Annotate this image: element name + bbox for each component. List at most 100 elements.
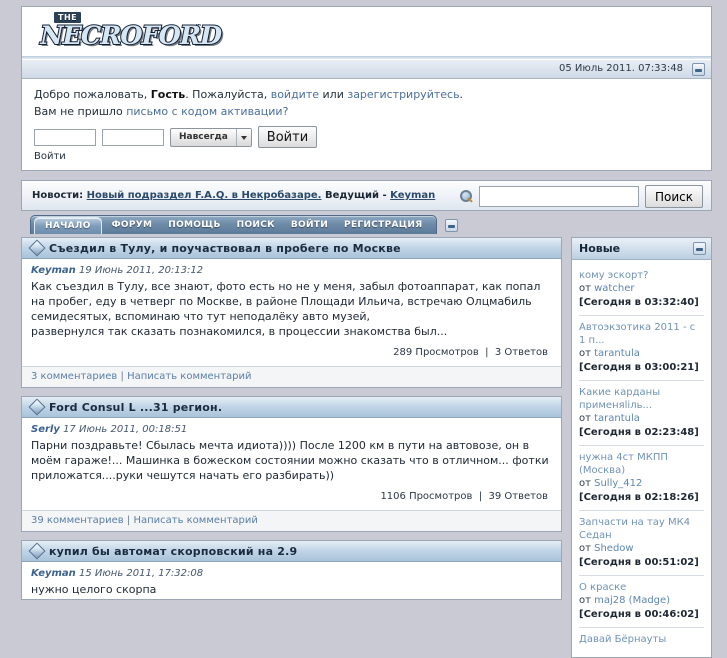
recent-author[interactable]: Sully_412 — [594, 478, 642, 489]
recent-author[interactable]: tarantula — [594, 413, 640, 424]
recent-author-line: от tarantula — [579, 347, 704, 361]
recent-author-line: от maj28 (Madge) — [579, 594, 704, 608]
activation-link[interactable]: письмо с кодом активации? — [126, 105, 288, 118]
by-label: от — [579, 348, 595, 359]
collapse-sidebar-icon[interactable] — [693, 242, 706, 255]
news-lead-label: Ведущий - — [321, 190, 391, 201]
post-comments-link[interactable]: 39 комментариев — [31, 515, 124, 526]
recent-subject[interactable]: Запчасти на тау МК4 Седан — [579, 516, 704, 542]
recent-time: [Сегодня в 00:46:02] — [579, 609, 699, 620]
register-link[interactable]: зарегистрируйтесь — [347, 88, 459, 101]
logo-wordmark: NECROFORD — [39, 20, 223, 51]
post-meta: Serly 17 Июнь 2011, 00:18:51 — [31, 424, 552, 435]
welcome-prefix: Добро пожаловать, — [34, 88, 151, 101]
session-duration-value: Навсегда — [179, 131, 228, 142]
recent-subject[interactable]: Автоэкзотика 2011 - с 1 п... — [579, 321, 704, 347]
nav-tab-register[interactable]: РЕГИСТРАЦИЯ — [336, 216, 430, 234]
list-item: нужна 4ст МКПП (Москва) от Sully_412 [Се… — [579, 446, 704, 511]
sidebar-column: Новые кому эскорт? от watcher [Сегодня в… — [571, 237, 712, 658]
search-button[interactable]: Поиск — [644, 185, 703, 208]
login-form: Навсегда Войти — [34, 126, 699, 148]
password-input[interactable] — [102, 128, 164, 146]
nav-tab-forum[interactable]: ФОРУМ — [104, 216, 161, 234]
post-title-bar[interactable]: купил бы автомат скорповский на 2.9 — [22, 541, 561, 562]
post-stats: 1106 Просмотров | 39 Ответов — [31, 483, 552, 508]
recent-author[interactable]: maj28 (Madge) — [594, 595, 670, 606]
post-comments-link[interactable]: 3 комментариев — [31, 371, 117, 382]
post-date: 17 Июнь 2011, 00:18:51 — [63, 424, 188, 435]
post-write-comment-link[interactable]: Написать комментарий — [127, 371, 251, 382]
search-input[interactable] — [478, 186, 639, 207]
post-author[interactable]: Serly — [31, 424, 60, 435]
recent-time: [Сегодня в 02:23:48] — [579, 427, 699, 438]
post-stats: 289 Просмотров | 3 Ответов — [31, 339, 552, 364]
nav-tab-home[interactable]: НАЧАЛО — [34, 217, 102, 234]
activation-text: Вам не пришло письмо с кодом активации? — [34, 105, 699, 118]
post-title: купил бы автомат скорповский на 2.9 — [49, 544, 298, 558]
post-write-comment-link[interactable]: Написать комментарий — [133, 515, 257, 526]
post-date: 19 Июнь 2011, 20:13:12 — [78, 265, 204, 276]
post-title: Ford Consul L ...31 регион. — [49, 400, 223, 414]
recent-author-line: от Shedow — [579, 542, 704, 556]
news-label: Новости: — [32, 190, 87, 201]
post-item: купил бы автомат скорповский на 2.9 Keym… — [21, 540, 562, 600]
diamond-icon — [28, 542, 46, 560]
nav-tab-login[interactable]: ВОЙТИ — [283, 216, 336, 234]
logo-trademark: ™ — [195, 23, 202, 31]
login-link[interactable]: войдите — [271, 88, 319, 101]
search-icon — [459, 189, 473, 204]
posts-column: Съездил в Тулу, и поучаствовал в пробеге… — [21, 237, 562, 658]
post-meta: Keyman 15 Июнь 2011, 17:32:08 — [31, 568, 552, 579]
news-search-bar: Новости: Новый подраздел F.A.Q. в Некроб… — [21, 180, 712, 211]
news-link[interactable]: Новый подраздел F.A.Q. в Некробазаре. — [87, 190, 322, 201]
recent-subject[interactable]: О краске — [579, 581, 704, 594]
post-author[interactable]: Keyman — [31, 568, 76, 579]
post-replies: 39 Ответов — [488, 491, 548, 502]
recent-subject[interactable]: кому эскорт? — [579, 269, 704, 282]
post-item: Съездил в Тулу, и поучаствовал в пробеге… — [21, 237, 562, 388]
post-title: Съездил в Тулу, и поучаствовал в пробеге… — [49, 241, 401, 255]
by-label: от — [579, 283, 595, 294]
recent-author-line: от Sully_412 — [579, 477, 704, 491]
session-duration-select[interactable]: Навсегда — [170, 127, 252, 147]
recent-subject[interactable]: Какие карданы применяliль... — [579, 386, 704, 412]
login-panel: Добро пожаловать, Гость. Пожалуйста, вой… — [21, 79, 712, 171]
collapse-header-icon[interactable] — [692, 63, 705, 76]
activation-prefix: Вам не пришло — [34, 105, 127, 118]
post-date: 15 Июнь 2011, 17:32:08 — [78, 568, 204, 579]
sidebar-title: Новые — [579, 242, 621, 255]
recent-time: [Сегодня в 02:18:26] — [579, 492, 699, 503]
login-submit-button[interactable]: Войти — [257, 126, 318, 148]
recent-author-line: от watcher — [579, 282, 704, 296]
diamond-icon — [28, 398, 46, 416]
stats-separator: | — [475, 491, 486, 502]
welcome-or: или — [319, 88, 348, 101]
list-item: Давай Бёрнауты — [579, 628, 704, 651]
recent-time: [Сегодня в 03:00:21] — [579, 362, 699, 373]
news-lead-name[interactable]: Keyman — [390, 190, 435, 201]
recent-subject[interactable]: нужна 4ст МКПП (Москва) — [579, 451, 704, 477]
post-views: 289 Просмотров — [393, 347, 479, 358]
current-datetime: 05 Июль 2011. 07:33:48 — [559, 63, 683, 74]
main-navigation: НАЧАЛО ФОРУМ ПОМОЩЬ ПОИСК ВОЙТИ РЕГИСТРА… — [30, 215, 712, 234]
collapse-nav-icon[interactable] — [445, 219, 459, 232]
post-title-bar[interactable]: Съездил в Тулу, и поучаствовал в пробеге… — [22, 238, 561, 259]
recent-time: [Сегодня в 00:51:02] — [579, 557, 699, 568]
header-datebar: 05 Июль 2011. 07:33:48 — [22, 59, 711, 79]
recent-author[interactable]: tarantula — [594, 348, 640, 359]
post-author[interactable]: Keyman — [31, 265, 76, 276]
stats-separator: | — [481, 347, 492, 358]
nav-tab-help[interactable]: ПОМОЩЬ — [160, 216, 228, 234]
site-logo[interactable]: THE NECROFORD ™ — [39, 10, 223, 55]
list-item: Запчасти на тау МК4 Седан от Shedow [Сег… — [579, 511, 704, 576]
by-label: от — [579, 413, 595, 424]
post-title-bar[interactable]: Ford Consul L ...31 регион. — [22, 397, 561, 418]
list-item: Автоэкзотика 2011 - с 1 п... от tarantul… — [579, 316, 704, 381]
recent-subject[interactable]: Давай Бёрнауты — [579, 633, 704, 646]
by-label: от — [579, 478, 595, 489]
username-input[interactable] — [34, 128, 96, 146]
recent-author[interactable]: watcher — [594, 283, 634, 294]
sidebar-list: кому эскорт? от watcher [Сегодня в 03:32… — [572, 260, 711, 657]
main-content: Съездил в Тулу, и поучаствовал в пробеге… — [21, 234, 712, 658]
nav-tab-search[interactable]: ПОИСК — [229, 216, 283, 234]
